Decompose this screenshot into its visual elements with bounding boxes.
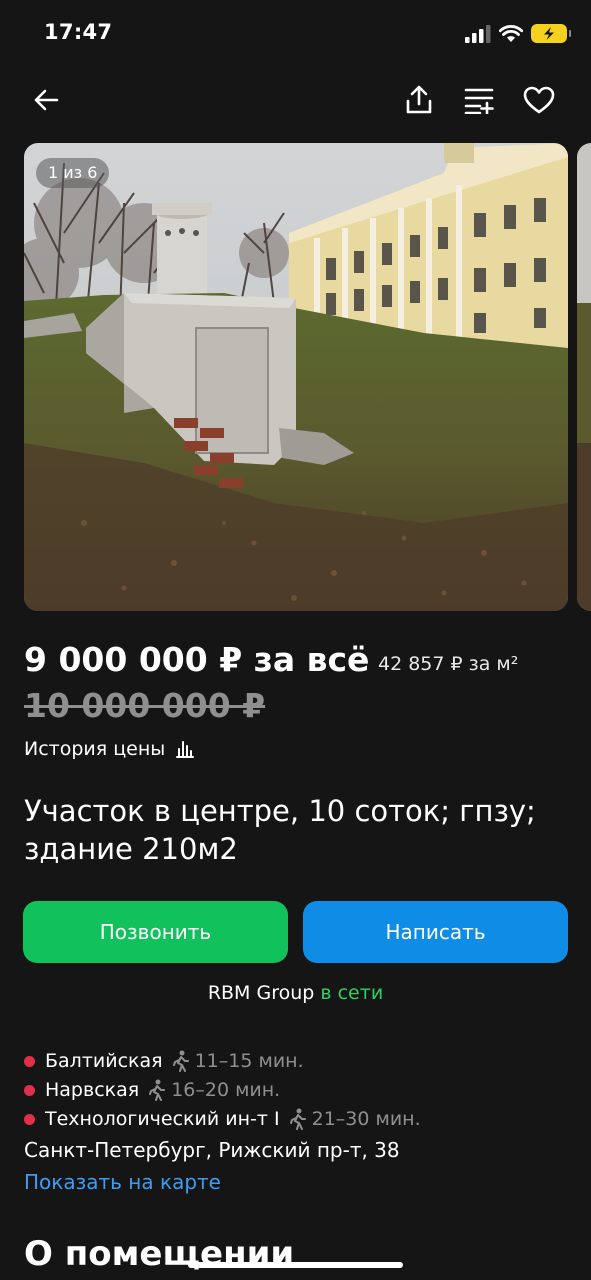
walking-person-icon bbox=[149, 1079, 166, 1101]
write-button-label: Написать bbox=[385, 920, 486, 944]
metro-walk-time: 11–15 мин. bbox=[194, 1050, 304, 1072]
seller-online-status: в сети bbox=[320, 982, 384, 1004]
compare-list-icon bbox=[464, 88, 494, 114]
favorite-button[interactable] bbox=[519, 80, 559, 120]
price: 9 000 000 ₽ за всё bbox=[24, 640, 370, 679]
call-button-label: Позвонить bbox=[99, 920, 212, 944]
metro-line-dot bbox=[24, 1084, 35, 1096]
wifi-icon bbox=[499, 24, 523, 42]
metro-station: Балтийская 11–15 мин. bbox=[24, 1050, 304, 1072]
battery-icon bbox=[531, 24, 571, 43]
walking-person-icon bbox=[289, 1108, 306, 1130]
section-title: О помещении bbox=[24, 1234, 295, 1274]
compare-button[interactable] bbox=[460, 80, 500, 120]
price-history-label: История цены bbox=[24, 738, 166, 760]
seller-name: RBM Group bbox=[207, 982, 315, 1004]
metro-walk-time: 16–20 мин. bbox=[171, 1079, 281, 1101]
heart-icon bbox=[523, 86, 555, 114]
bar-chart-icon bbox=[176, 741, 195, 758]
share-button[interactable] bbox=[399, 80, 439, 120]
metro-station: Нарвская 16–20 мин. bbox=[24, 1079, 280, 1101]
metro-line-dot bbox=[24, 1113, 35, 1125]
photo-gallery-image[interactable] bbox=[24, 143, 568, 611]
old-price: 10 000 000 ₽ bbox=[24, 686, 266, 725]
status-icons bbox=[465, 24, 571, 43]
share-icon bbox=[406, 85, 432, 114]
metro-station-name: Нарвская bbox=[45, 1079, 140, 1101]
status-time: 17:47 bbox=[44, 20, 113, 44]
metro-station-name: Технологический ин-т I bbox=[45, 1108, 280, 1130]
metro-station: Технологический ин-т I 21–30 мин. bbox=[24, 1108, 421, 1130]
next-photo-preview[interactable] bbox=[577, 143, 591, 611]
call-button[interactable]: Позвонить bbox=[23, 901, 288, 963]
arrow-left-icon bbox=[34, 89, 59, 111]
photo-counter-badge: 1 из 6 bbox=[36, 158, 110, 188]
metro-station-name: Балтийская bbox=[45, 1050, 163, 1072]
price-history-link[interactable]: История цены bbox=[24, 738, 195, 760]
write-button[interactable]: Написать bbox=[303, 901, 568, 963]
metro-walk-time: 21–30 мин. bbox=[311, 1108, 421, 1130]
metro-line-dot bbox=[24, 1055, 35, 1067]
price-per-sqm: 42 857 ₽ за м² bbox=[378, 653, 519, 675]
cellular-signal-icon bbox=[465, 24, 491, 43]
address: Санкт-Петербург, Рижский пр-т, 38 bbox=[24, 1138, 400, 1162]
back-button[interactable] bbox=[26, 80, 66, 120]
home-indicator[interactable] bbox=[188, 1262, 403, 1268]
seller-info[interactable]: RBM Group в сети bbox=[0, 982, 591, 1004]
listing-title: Участок в центре, 10 соток; гпзу; здание… bbox=[24, 794, 536, 866]
walking-person-icon bbox=[172, 1050, 189, 1072]
show-on-map-link[interactable]: Показать на карте bbox=[24, 1170, 221, 1194]
